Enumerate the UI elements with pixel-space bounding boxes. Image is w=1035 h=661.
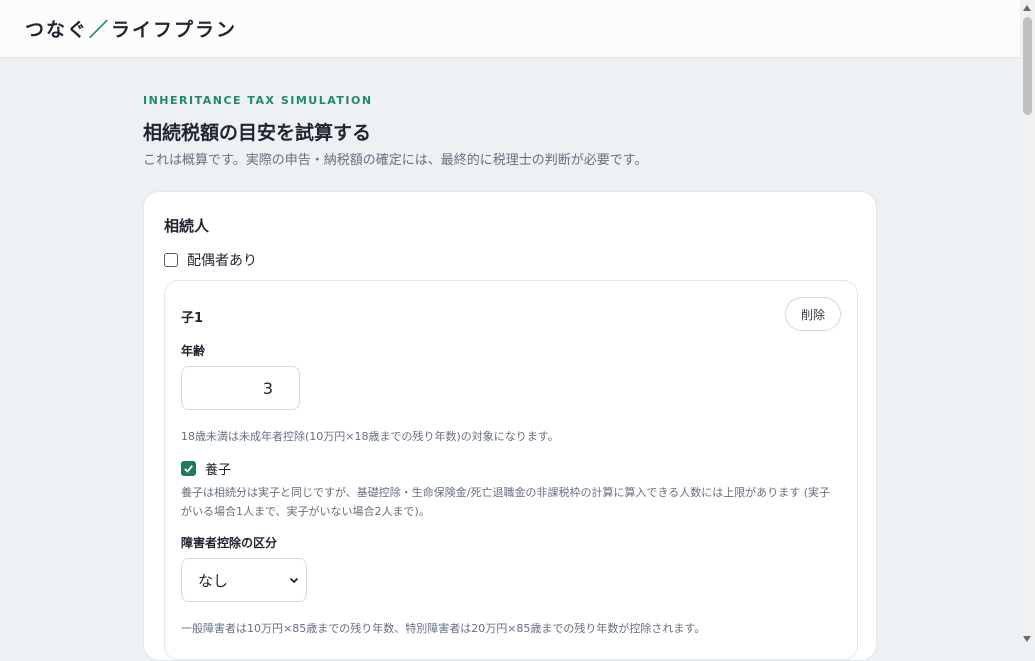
adopted-checkbox[interactable]	[181, 461, 196, 476]
scroll-down-icon[interactable]	[1023, 636, 1031, 642]
adopted-checkbox-row[interactable]: 養子	[181, 459, 231, 478]
disability-select-value: なし	[198, 571, 229, 590]
spouse-checkbox-row[interactable]: 配偶者あり	[164, 250, 257, 270]
age-label: 年齢	[181, 344, 206, 358]
adopted-checkbox-label: 養子	[205, 463, 232, 478]
scroll-up-icon[interactable]	[1023, 5, 1031, 11]
chevron-down-icon	[289, 577, 299, 584]
checkmark-icon	[184, 465, 193, 473]
brand-slash: ／	[89, 19, 111, 41]
heirs-card: 相続人 配偶者あり 子1 削除 年齢 18歳未満は未成年者控除(10万円×18歳…	[143, 191, 877, 661]
child-title: 子1	[181, 311, 204, 326]
delete-child-button[interactable]: 削除	[785, 297, 841, 331]
heirs-section-title: 相続人	[164, 217, 210, 235]
site-header: つなぐ／ライフプラン	[0, 0, 1020, 58]
page-lead: これは概算です。実際の申告・納税額の確定には、最終的に税理士の判断が必要です。	[143, 153, 648, 168]
age-input[interactable]	[181, 366, 300, 410]
scroll-thumb[interactable]	[1023, 17, 1032, 115]
page-title: 相続税額の目安を試算する	[143, 122, 372, 144]
disability-label: 障害者控除の区分	[181, 536, 278, 550]
adopted-hint: 養子は相続分は実子と同じですが、基礎控除・生命保険金/死亡退職金の非課税枠の計算…	[181, 486, 831, 518]
page-scrollbar[interactable]	[1020, 0, 1035, 646]
brand-left: つなぐ	[25, 19, 89, 41]
eyebrow-label: INHERITANCE TAX SIMULATION	[143, 94, 373, 107]
brand-logo[interactable]: つなぐ／ライフプラン	[25, 15, 237, 42]
disability-select[interactable]: なし	[181, 558, 307, 602]
brand-right: ライフプラン	[111, 19, 238, 41]
child-card: 子1 削除 年齢 18歳未満は未成年者控除(10万円×18歳までの残り年数)の対…	[164, 280, 858, 660]
spouse-checkbox[interactable]	[164, 253, 178, 267]
age-hint: 18歳未満は未成年者控除(10万円×18歳までの残り年数)の対象になります。	[181, 430, 559, 443]
spouse-checkbox-label: 配偶者あり	[187, 253, 257, 269]
disability-hint: 一般障害者は10万円×85歳までの残り年数、特別障害者は20万円×85歳までの残…	[181, 622, 706, 635]
